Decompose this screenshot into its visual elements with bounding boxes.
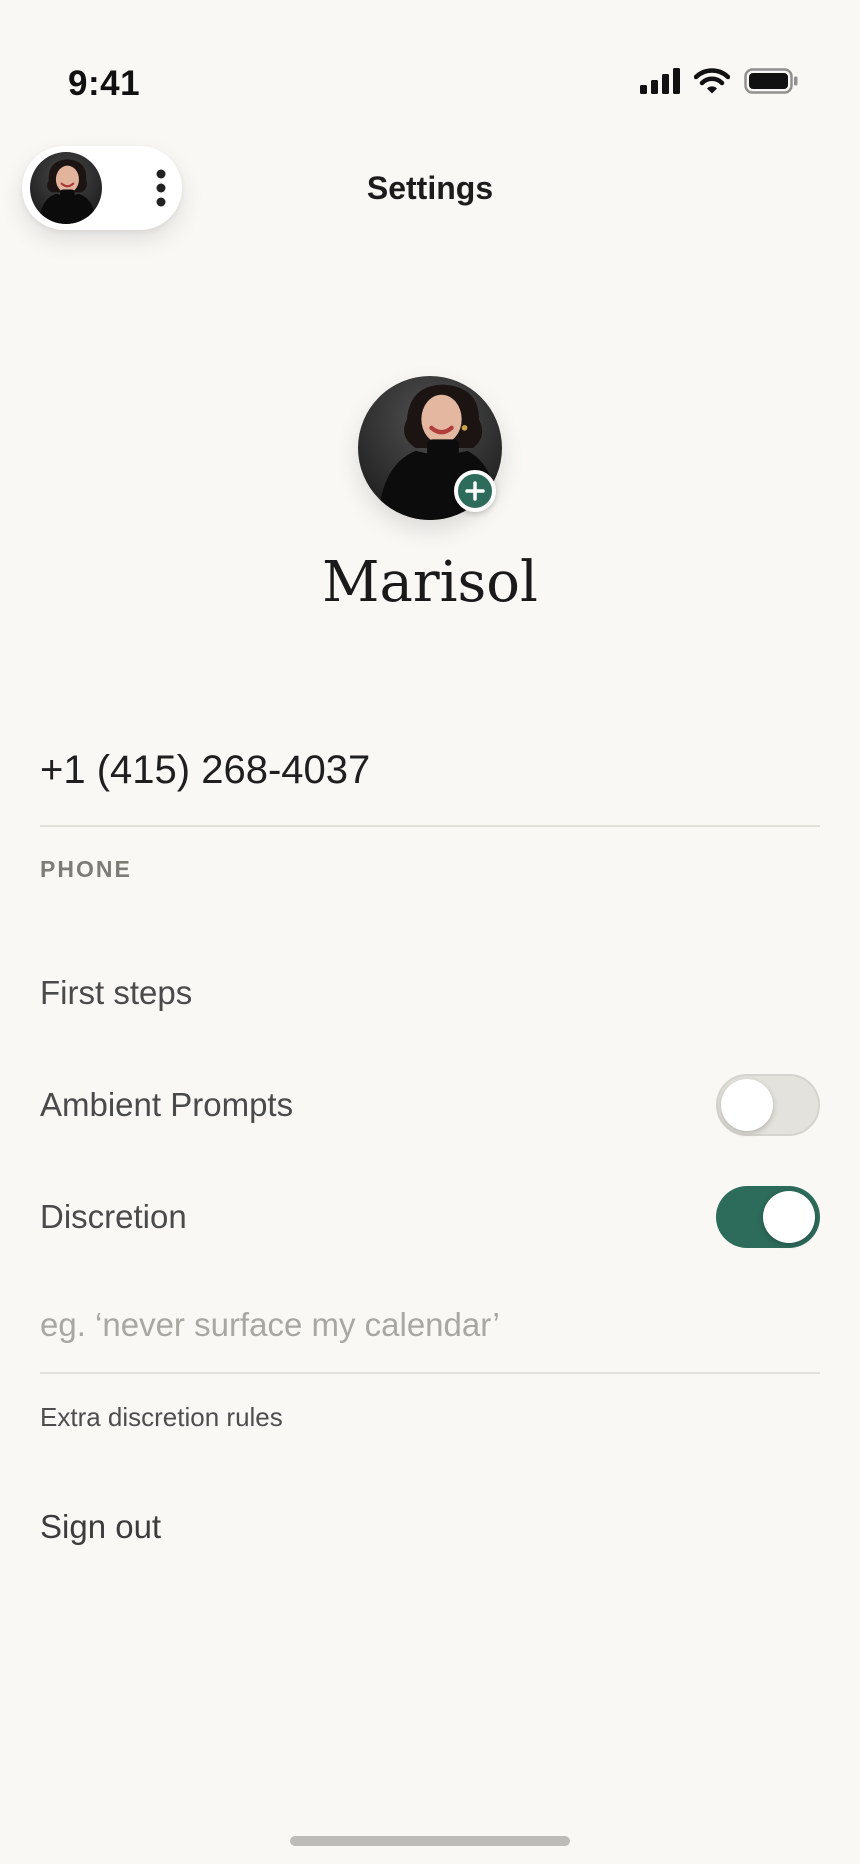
add-photo-button[interactable] xyxy=(454,470,496,512)
toggle-knob xyxy=(763,1191,815,1243)
first-steps-link[interactable]: First steps xyxy=(40,974,192,1012)
plus-icon xyxy=(465,481,485,501)
toggle-knob xyxy=(721,1079,773,1131)
divider xyxy=(40,1372,820,1374)
page-title: Settings xyxy=(366,170,494,206)
battery-icon xyxy=(744,68,798,94)
profile-name: Marisol xyxy=(322,550,538,615)
home-indicator[interactable] xyxy=(290,1836,570,1846)
phone-number[interactable]: +1 (415) 268-4037 xyxy=(40,748,370,793)
discretion-label: Discretion xyxy=(40,1198,187,1235)
profile-photo[interactable] xyxy=(358,376,502,520)
discretion-rules-input[interactable] xyxy=(40,1300,820,1350)
cellular-signal-icon xyxy=(640,68,680,94)
wifi-icon xyxy=(694,68,730,94)
status-icons xyxy=(640,68,798,94)
sign-out-button[interactable]: Sign out xyxy=(40,1508,161,1546)
ambient-prompts-toggle[interactable] xyxy=(716,1074,820,1136)
divider xyxy=(40,825,820,827)
status-time: 9:41 xyxy=(68,64,141,103)
ambient-prompts-label: Ambient Prompts xyxy=(40,1086,294,1123)
discretion-toggle[interactable] xyxy=(716,1186,820,1248)
discretion-rules-caption: Extra discretion rules xyxy=(40,1402,283,1432)
phone-caption: PHONE xyxy=(40,856,132,882)
